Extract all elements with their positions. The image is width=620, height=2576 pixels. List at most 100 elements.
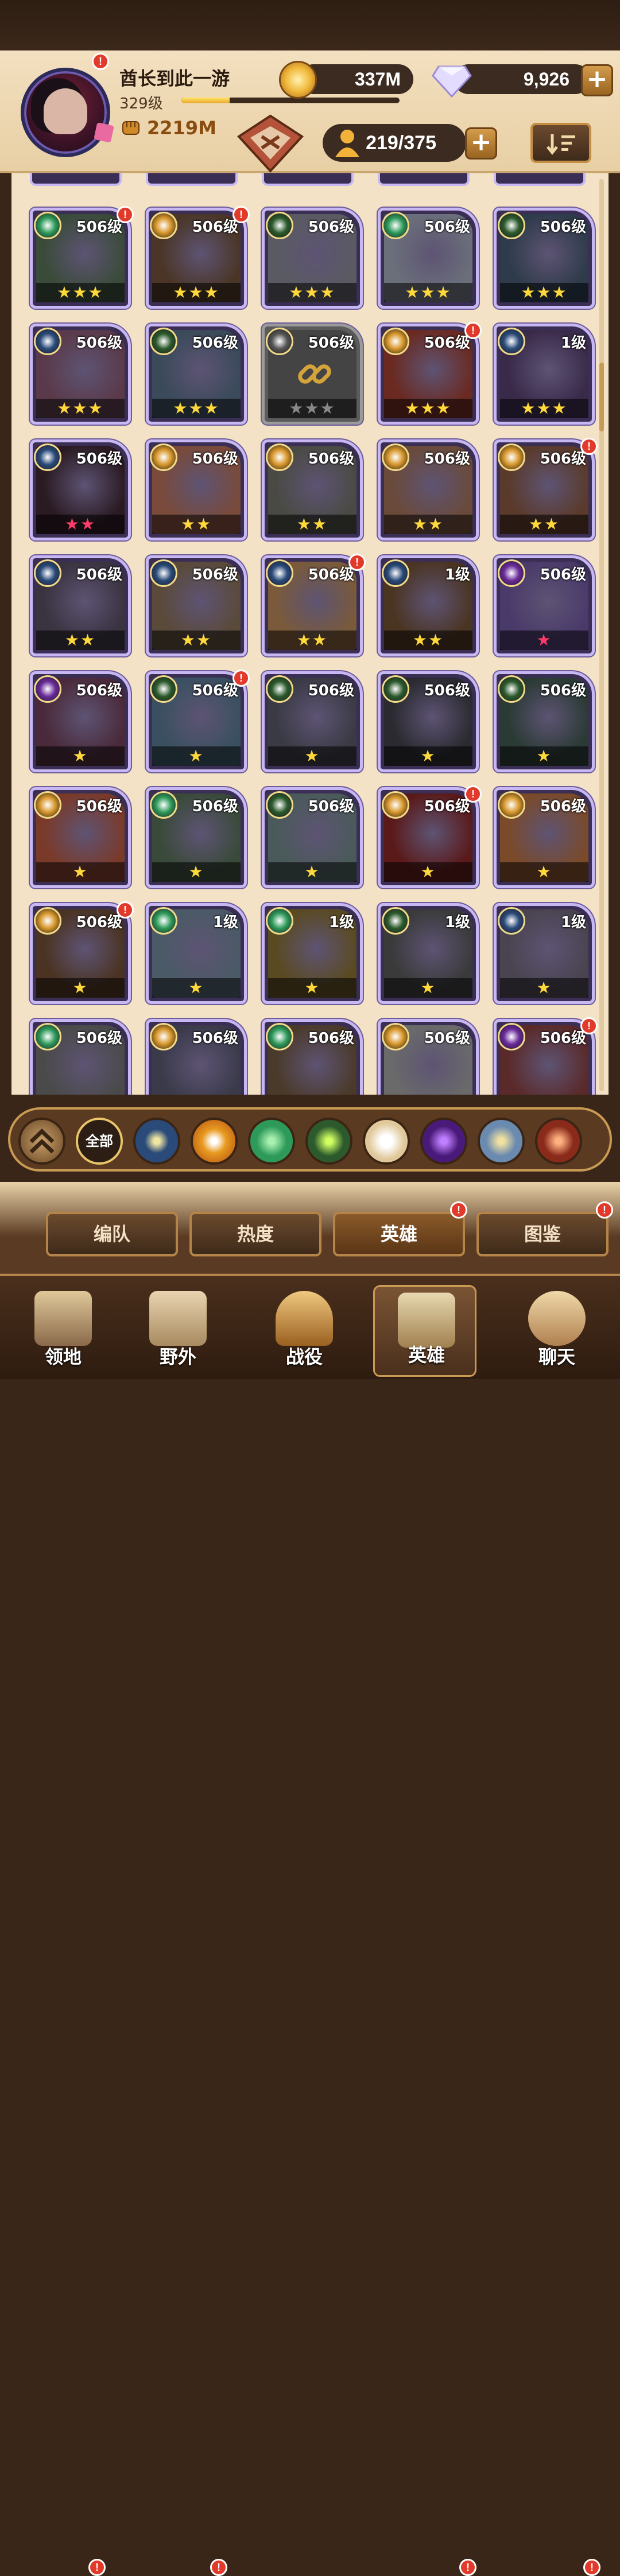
partial-hero-card[interactable] <box>262 173 354 186</box>
hero-level: 506级 <box>540 1030 586 1047</box>
castle-icon <box>34 1291 92 1346</box>
hero-card[interactable]: 506级 ★★★ <box>146 324 247 425</box>
hero-card[interactable]: 506级 ★ <box>30 787 131 888</box>
hero-level: 506级 <box>76 1030 122 1047</box>
dimensional-faction-icon[interactable] <box>478 1118 525 1165</box>
hero-card[interactable]: 506级 ★★★ <box>262 208 363 309</box>
partial-hero-card[interactable] <box>30 173 122 186</box>
faction-celestial-icon <box>382 559 409 587</box>
hero-card[interactable]: 506级 ★★ <box>146 555 247 656</box>
nav-wilderness[interactable]: 野外 <box>126 1285 230 1377</box>
hero-card[interactable]: 506级 ★★★! <box>378 322 482 425</box>
hero-stars: ★★ <box>384 631 472 650</box>
hero-card[interactable]: 506级 ★ <box>494 671 595 772</box>
hero-card[interactable]: 506级 ★★★! <box>30 206 134 309</box>
nav-campaign[interactable]: 战役 <box>253 1285 356 1377</box>
diamond-counter[interactable]: 9,926 <box>454 64 590 94</box>
tab-heroes[interactable]: 英雄 <box>333 1212 465 1256</box>
hero-card[interactable]: 506级 ★★ <box>146 439 247 540</box>
faction-locked-icon <box>266 328 293 355</box>
hero-card[interactable]: 506级 ★★ <box>30 439 131 540</box>
hero-stars: ★ <box>500 746 588 766</box>
hero-card[interactable]: 506级 ★ <box>146 787 247 888</box>
faction-light-icon <box>266 443 293 471</box>
hero-card[interactable]: 506级 ★★★! <box>146 206 250 309</box>
nav-territory-notification-dot: ! <box>88 2559 106 2576</box>
hero-roster-list[interactable]: 506级 ★★★! 506级 ★★★! 506级 ★★★ 506级 ★★★ 506级 ★★★ 506… <box>11 173 609 1095</box>
hero-card[interactable]: 1级 ★★ <box>378 555 479 656</box>
hero-card[interactable]: 1级 ★ <box>262 903 363 1004</box>
filter-all-button[interactable]: 全部 <box>76 1118 123 1165</box>
hero-card[interactable]: 506级 ★★★ <box>262 324 363 425</box>
sort-button[interactable] <box>530 123 591 163</box>
faction-light-icon <box>498 791 525 819</box>
dawn-faction-icon[interactable] <box>363 1118 410 1165</box>
hero-card[interactable]: 506级 <box>262 1019 363 1095</box>
hypogean-faction-icon[interactable] <box>420 1118 467 1165</box>
partial-hero-card[interactable] <box>146 173 238 186</box>
tab-codex[interactable]: 图鉴 <box>476 1212 609 1256</box>
hero-card[interactable]: 506级 ★★ <box>262 439 363 540</box>
hero-card[interactable]: 506级 <box>30 1019 131 1095</box>
hero-card[interactable]: 506级 ★★ <box>378 439 479 540</box>
hero-card[interactable]: 506级 ★★ <box>30 555 131 656</box>
hero-card[interactable]: 1级 ★ <box>494 903 595 1004</box>
scrollbar-thumb[interactable] <box>599 363 604 431</box>
nav-chat[interactable]: 聊天 <box>505 1285 609 1377</box>
guild-emblem-icon[interactable] <box>233 114 308 177</box>
hero-card[interactable]: 506级 ★ <box>378 671 479 772</box>
celestial-faction-icon[interactable] <box>133 1118 180 1165</box>
hero-card[interactable]: 1级 ★★★ <box>494 324 595 425</box>
hero-card[interactable]: 506级 ★ <box>262 671 363 772</box>
hero-card[interactable]: 506级 ★★★ <box>378 208 479 309</box>
hero-stars: ★★ <box>268 631 356 650</box>
nav-heroes[interactable]: 英雄 <box>373 1285 476 1377</box>
hero-level: 506级 <box>76 914 122 931</box>
add-diamonds-button[interactable]: + <box>581 64 613 96</box>
tab-popularity[interactable]: 热度 <box>189 1212 321 1256</box>
hero-card[interactable]: 506级 ★ <box>262 787 363 888</box>
hero-card[interactable]: 506级 ★ <box>30 671 131 772</box>
mauler-faction-icon[interactable] <box>248 1118 295 1165</box>
hero-card[interactable]: 506级 ★! <box>30 901 134 1004</box>
avatar-frame-gem-icon <box>94 122 114 143</box>
hero-card[interactable]: 506级 ★ <box>494 787 595 888</box>
hero-card[interactable]: 1级 ★ <box>378 903 479 1004</box>
collapse-filter-button[interactable] <box>18 1118 65 1165</box>
hero-stars: ★ <box>36 862 125 882</box>
hero-card[interactable]: 1级 ★ <box>146 903 247 1004</box>
hero-card[interactable]: 506级 <box>378 1019 479 1095</box>
hero-stars: ★★★ <box>268 283 356 302</box>
hero-card[interactable]: 506级 ★★! <box>494 438 598 540</box>
gold-coin-icon <box>279 61 317 99</box>
player-avatar[interactable] <box>21 68 110 157</box>
scrollbar-track[interactable] <box>599 179 604 1091</box>
partial-hero-card[interactable] <box>378 173 470 186</box>
faction-light-icon <box>34 791 61 819</box>
sort-icon <box>547 134 575 155</box>
faction-light-icon <box>150 212 177 239</box>
faction-void-icon <box>498 559 525 587</box>
nav-territory[interactable]: 领地 <box>11 1285 115 1377</box>
wilder-faction-icon[interactable] <box>305 1118 352 1165</box>
hero-card[interactable]: 506级 ★★★ <box>30 324 131 425</box>
hero-level: 506级 <box>308 682 354 699</box>
partial-hero-card[interactable] <box>494 173 586 186</box>
hero-card[interactable]: 506级 <box>146 1019 247 1095</box>
hero-card[interactable]: 506级 ★! <box>378 785 482 888</box>
combat-power: 2219M <box>147 117 216 139</box>
tab-formation[interactable]: 编队 <box>46 1212 178 1256</box>
faction-celestial-icon <box>150 559 177 587</box>
graveborn-faction-icon[interactable] <box>535 1118 582 1165</box>
hero-level: 506级 <box>192 219 238 236</box>
hero-card[interactable]: 506级 ★ <box>494 555 595 656</box>
hero-card[interactable]: 506级! <box>494 1017 598 1095</box>
nav-wilderness-notification-dot: ! <box>210 2559 227 2576</box>
hero-level: 506级 <box>424 219 470 236</box>
lightbearer-faction-icon[interactable] <box>191 1118 238 1165</box>
hero-card[interactable]: 506级 ★★★ <box>494 208 595 309</box>
hero-stars: ★ <box>152 978 241 998</box>
hero-card[interactable]: 506级 ★! <box>146 670 250 772</box>
hero-card[interactable]: 506级 ★★! <box>262 554 366 656</box>
expand-capacity-button[interactable]: + <box>465 127 497 159</box>
